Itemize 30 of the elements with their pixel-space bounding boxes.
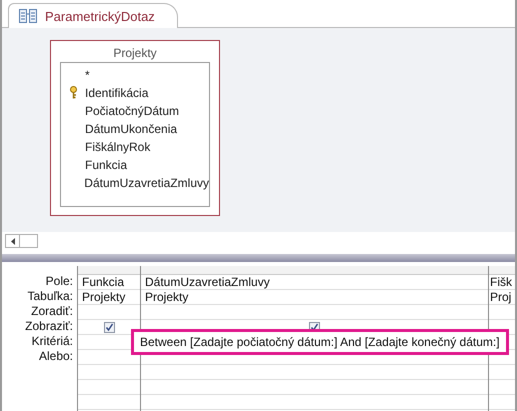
field-cell[interactable]: Fišk — [490, 275, 512, 289]
column-selector[interactable] — [78, 266, 140, 275]
field-name[interactable]: DátumUzavretiaZmluvy — [84, 176, 209, 190]
left-arrow-icon — [10, 238, 14, 244]
row-label: Zoradiť: — [30, 304, 74, 319]
table-cell[interactable]: Projekty — [82, 290, 126, 304]
scroll-thumb[interactable] — [20, 234, 38, 248]
table-cell[interactable]: Proj — [490, 290, 512, 304]
column-selector[interactable] — [141, 266, 488, 275]
table-title: Projekty — [112, 45, 158, 62]
field-name[interactable]: Identifikácia — [85, 86, 148, 100]
row-label: Pole: — [44, 274, 74, 289]
scroll-left-button[interactable] — [5, 234, 20, 248]
row-label: Kritériá: — [30, 334, 74, 349]
show-checkbox[interactable] — [104, 322, 114, 332]
query-icon — [19, 9, 37, 23]
field-name[interactable]: Funkcia — [85, 158, 128, 172]
field-name[interactable]: DátumUkončenia — [85, 122, 178, 136]
query-tab[interactable]: ParametrickýDotaz — [8, 3, 178, 28]
row-label: Alebo: — [38, 349, 74, 364]
field-cell[interactable]: Funkcia — [82, 275, 124, 289]
pane-splitter[interactable] — [2, 254, 515, 262]
row-label: Zobraziť: — [24, 319, 74, 334]
criteria-cell[interactable]: Between [Zadajte počiatočný dátum:] And [Zadajte konečný dátum:] — [131, 329, 509, 355]
table-cell[interactable]: Projekty — [145, 290, 188, 304]
field-name[interactable]: * — [85, 68, 90, 82]
row-label: Tabuľka: — [26, 289, 74, 304]
field-name[interactable]: FiškálnyRok — [85, 140, 150, 154]
field-cell[interactable]: DátumUzavretiaZmluvy — [145, 275, 270, 289]
field-name[interactable]: PočiatočnýDátum — [85, 104, 180, 118]
